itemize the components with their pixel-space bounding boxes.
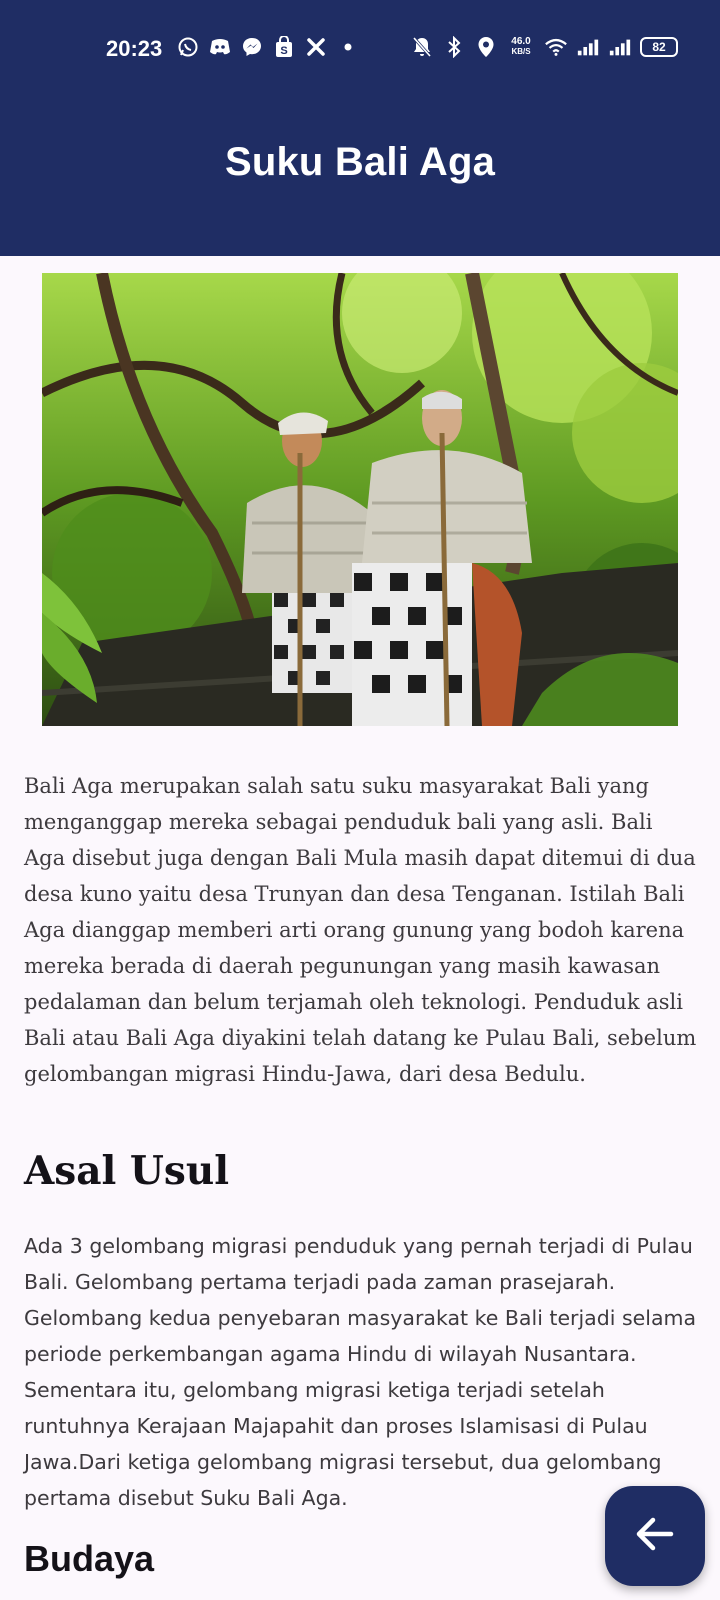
section-heading-asal-usul: Asal Usul [24,1148,230,1194]
section-heading-budaya: Budaya [24,1538,155,1579]
system-icons: 46.0 KB/S 82 [410,34,678,60]
back-fab-button[interactable] [605,1486,705,1586]
whatsapp-icon [176,34,200,60]
x-icon [304,34,328,60]
mute-icon [410,34,434,60]
discord-icon [208,34,232,60]
status-bar: 20:23 S 46.0 KB/S 82 [0,0,720,96]
bluetooth-icon [442,34,466,60]
dot-icon [336,34,360,60]
location-icon [474,34,498,60]
battery-indicator: 82 [640,37,678,57]
signal-icon [608,34,632,60]
signal-icon [576,34,600,60]
app-bar: Suku Bali Aga [0,96,720,256]
hero-image [42,273,678,726]
forest-statues-illustration [42,273,678,726]
shopping-bag-icon: S [272,34,296,60]
status-time: 20:23 [106,36,163,61]
network-speed-value: 46.0 [511,36,531,47]
messenger-icon [240,34,264,60]
asal-usul-paragraph: Ada 3 gelombang migrasi penduduk yang pe… [24,1234,697,1510]
intro-paragraph: Bali Aga merupakan salah satu suku masya… [24,774,697,1086]
wifi-icon [544,34,568,60]
network-speed-unit: KB/S [511,47,531,56]
notification-icons: S [176,34,360,60]
svg-text:S: S [280,45,287,57]
arrow-left-icon [631,1510,679,1563]
page-title: Suku Bali Aga [224,140,496,184]
network-speed: 46.0 KB/S [506,37,536,57]
